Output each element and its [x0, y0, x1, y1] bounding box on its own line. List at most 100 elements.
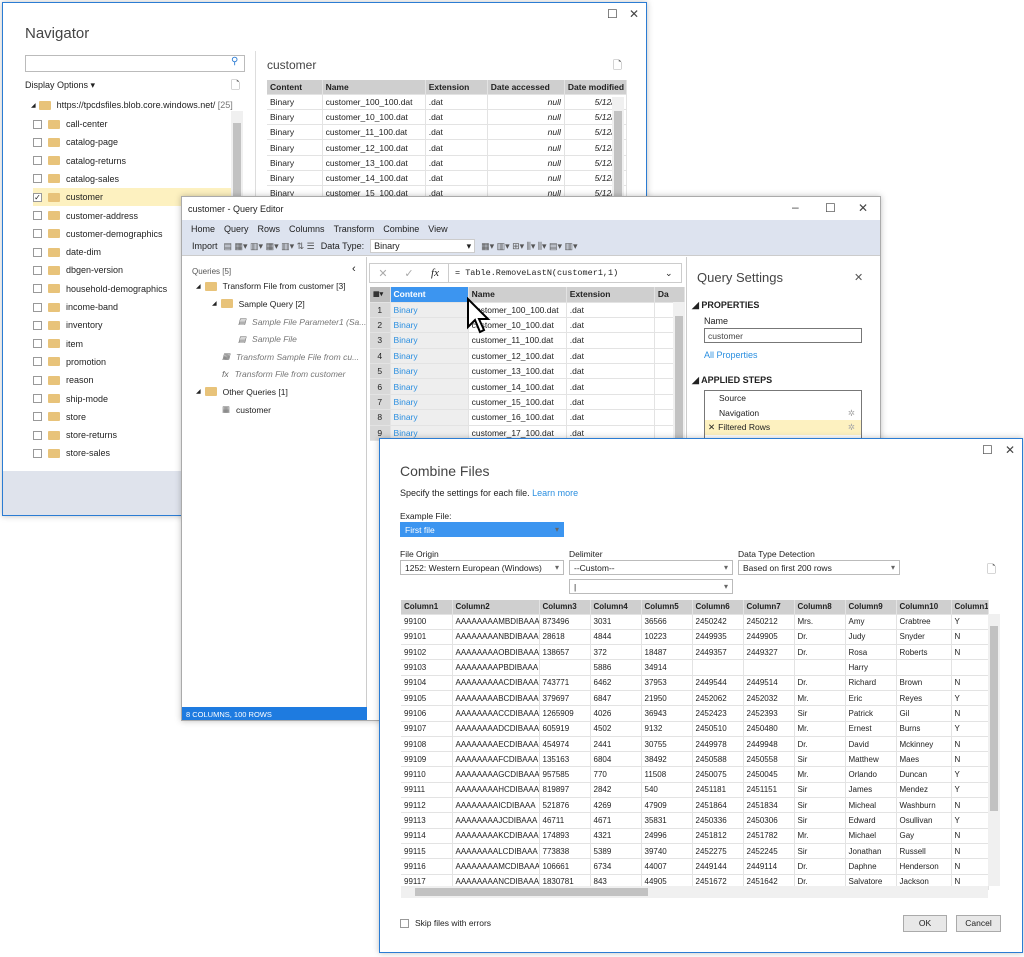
preview-scrollbar[interactable]: [612, 97, 624, 207]
menu-home[interactable]: Home: [191, 224, 215, 234]
query-tree-item[interactable]: ◢ Transform File from customer [3]: [196, 281, 346, 291]
table-row[interactable]: 6 Binary customer_14_100.dat .dat: [370, 378, 686, 395]
table-row[interactable]: 3 Binary customer_11_100.dat .dat: [370, 332, 686, 349]
table-row[interactable]: Binary customer_14_100.dat .dat null 5/12/20: [267, 170, 628, 187]
table-row[interactable]: 99101 AAAAAAAANBDIBAAA 28618 4844 10223 24499…: [401, 629, 989, 646]
expand-icon[interactable]: ◢: [196, 388, 201, 395]
checkbox-icon[interactable]: [33, 375, 42, 385]
column-header[interactable]: Content: [267, 80, 323, 95]
checkbox-icon[interactable]: [33, 448, 42, 458]
expand-formula-icon[interactable]: ⌄: [665, 268, 681, 279]
table-row[interactable]: Binary customer_13_100.dat .dat null 5/12/20: [267, 155, 628, 171]
column-header[interactable]: Column1: [401, 600, 453, 615]
table-row[interactable]: 99112 AAAAAAAAICDIBAAA 521876 4269 47909 2451…: [401, 797, 989, 814]
fx-icon[interactable]: fx: [422, 267, 448, 279]
table-row[interactable]: 5 Binary customer_13_100.dat .dat: [370, 363, 686, 380]
column-header[interactable]: Column1: [951, 600, 989, 615]
column-header[interactable]: Content: [390, 287, 469, 303]
checkbox-icon[interactable]: [33, 284, 42, 294]
table-row[interactable]: 99102 AAAAAAAAOBDIBAAA 138657 372 18487 24493…: [401, 644, 989, 661]
menu-query[interactable]: Query: [224, 224, 249, 234]
properties-heading[interactable]: ◢ PROPERTIES: [692, 300, 759, 311]
file-origin-select[interactable]: 1252: Western European (Windows): [400, 560, 564, 575]
checkbox-icon[interactable]: [33, 137, 42, 147]
checkbox-icon[interactable]: [33, 412, 42, 422]
refresh-icon[interactable]: 🗋: [231, 77, 240, 96]
commit-formula-icon[interactable]: ✓: [396, 267, 422, 280]
table-row[interactable]: 99113 AAAAAAAAJCDIBAAA 46711 4671 35831 24503…: [401, 812, 989, 829]
table-row[interactable]: Binary customer_10_100.dat .dat null 5/12/20: [267, 109, 628, 126]
table-row[interactable]: 99108 AAAAAAAAECDIBAAA 454974 2441 30755 2449…: [401, 736, 989, 753]
query-tree-item[interactable]: ▤ Sample File Parameter1 (Sa...: [228, 316, 366, 327]
detection-select[interactable]: Based on first 200 rows: [738, 560, 900, 575]
delete-step-icon[interactable]: ✕: [708, 422, 715, 432]
combine-horizontal-scrollbar[interactable]: [401, 886, 988, 898]
delimiter-select[interactable]: --Custom--: [569, 560, 733, 575]
skip-errors-checkbox[interactable]: Skip files with errors: [400, 918, 491, 928]
checkbox-icon[interactable]: [33, 174, 42, 184]
table-row[interactable]: 8 Binary customer_16_100.dat .dat: [370, 409, 686, 426]
column-header[interactable]: Date accessed: [487, 80, 565, 95]
learn-more-link[interactable]: Learn more: [532, 488, 578, 498]
checkbox-icon[interactable]: [33, 320, 42, 330]
table-row[interactable]: Binary customer_100_100.dat .dat null 5/12/2…: [267, 94, 628, 110]
checkbox-icon[interactable]: [33, 211, 42, 220]
column-header[interactable]: Column7: [743, 600, 795, 615]
navigator-item[interactable]: catalog-returns: [33, 152, 233, 170]
checkbox-icon[interactable]: [33, 156, 42, 166]
table-row[interactable]: 99111 AAAAAAAAHCDIBAAA 819897 2842 540 245118…: [401, 782, 989, 799]
table-row[interactable]: 1 Binary customer_100_100.dat .dat: [370, 302, 686, 318]
table-row[interactable]: 99116 AAAAAAAAMCDIBAAA 106661 6734 44007 2449…: [401, 858, 989, 875]
close-settings-icon[interactable]: ✕: [854, 271, 863, 284]
all-properties-link[interactable]: All Properties: [704, 350, 758, 360]
menu-rows[interactable]: Rows: [258, 224, 281, 234]
table-row[interactable]: 99104 AAAAAAAAACDIBAAA 743771 6462 37953 2449…: [401, 675, 989, 691]
column-header[interactable]: Extension: [425, 80, 488, 95]
combine-vertical-scrollbar[interactable]: [988, 614, 1000, 886]
collapse-pane-icon[interactable]: ‹: [352, 263, 356, 275]
maximize-icon[interactable]: ☐: [607, 7, 618, 21]
select-all-icon[interactable]: ▦▾: [370, 287, 391, 303]
table-row[interactable]: 99114 AAAAAAAAKCDIBAAA 174893 4321 24996 2451…: [401, 828, 989, 844]
checkbox-icon[interactable]: [33, 265, 42, 275]
column-header[interactable]: Column10: [896, 600, 952, 615]
column-header[interactable]: Name: [322, 80, 426, 95]
navigator-search-input[interactable]: [25, 55, 245, 72]
close-icon[interactable]: ✕: [1005, 443, 1015, 457]
maximize-icon[interactable]: ☐: [825, 201, 836, 215]
data-type-select[interactable]: Binary ▾: [370, 239, 476, 253]
table-row[interactable]: Binary customer_11_100.dat .dat null 5/12/20: [267, 124, 628, 141]
query-tree-item[interactable]: ▤ Sample File: [228, 334, 297, 345]
table-row[interactable]: 99109 AAAAAAAAFCDIBAAA 135163 6804 38492 2450…: [401, 751, 989, 768]
navigator-item[interactable]: catalog-page: [33, 133, 233, 151]
table-row[interactable]: Binary customer_12_100.dat .dat null 5/12/20: [267, 139, 628, 156]
table-row[interactable]: 99110 AAAAAAAAGCDIBAAA 957585 770 11508 24500…: [401, 766, 989, 783]
minimize-icon[interactable]: –: [792, 200, 799, 214]
query-tree-item[interactable]: ◢ Sample Query [2]: [212, 299, 305, 309]
applied-step[interactable]: ✕ Filtered Rows ✲: [705, 420, 861, 435]
table-row[interactable]: 99100 AAAAAAAAMBDIBAAA 873496 3031 36566 2450…: [401, 614, 989, 630]
tree-root[interactable]: ◢ https://tpcdsfiles.blob.core.windows.n…: [31, 96, 241, 114]
applied-step[interactable]: Navigation ✲: [705, 406, 861, 421]
query-grid-scrollbar[interactable]: [673, 302, 685, 442]
applied-steps-heading[interactable]: ◢ APPLIED STEPS: [692, 375, 772, 386]
column-header[interactable]: Column9: [845, 600, 897, 615]
search-icon[interactable]: ⚲: [231, 56, 238, 67]
checkbox-icon[interactable]: [400, 918, 409, 928]
toolbar-icons[interactable]: ▤ ▦▾ ▥▾ ▦▾ ▥▾ ⇅ ☰: [224, 241, 315, 252]
checkbox-icon[interactable]: [33, 430, 42, 440]
toolbar-icons-right[interactable]: ▦▾ ▥▾ ⊞▾ ⫼▾ ⫼▾ ▤▾ ▥▾: [481, 241, 577, 252]
checkbox-icon[interactable]: [33, 247, 42, 257]
query-tree-item[interactable]: ▦ Transform Sample File from cu...: [212, 351, 359, 362]
menu-columns[interactable]: Columns: [289, 224, 325, 234]
query-tree-item[interactable]: fx Transform File from customer: [212, 369, 345, 379]
navigator-item[interactable]: call-center: [33, 115, 233, 133]
table-row[interactable]: 2 Binary customer_10_100.dat .dat: [370, 317, 686, 334]
custom-delimiter-input[interactable]: |: [569, 579, 733, 594]
column-header[interactable]: Column4: [590, 600, 642, 615]
column-header[interactable]: Column3: [539, 600, 591, 615]
table-row[interactable]: 99106 AAAAAAAACCDIBAAA 1265909 4026 36943 245…: [401, 705, 989, 722]
table-row[interactable]: 99103 AAAAAAAAPBDIBAAA 5886 34914 Harry: [401, 659, 989, 676]
step-settings-icon[interactable]: ✲: [848, 422, 855, 433]
cancel-button[interactable]: Cancel: [956, 915, 1001, 932]
